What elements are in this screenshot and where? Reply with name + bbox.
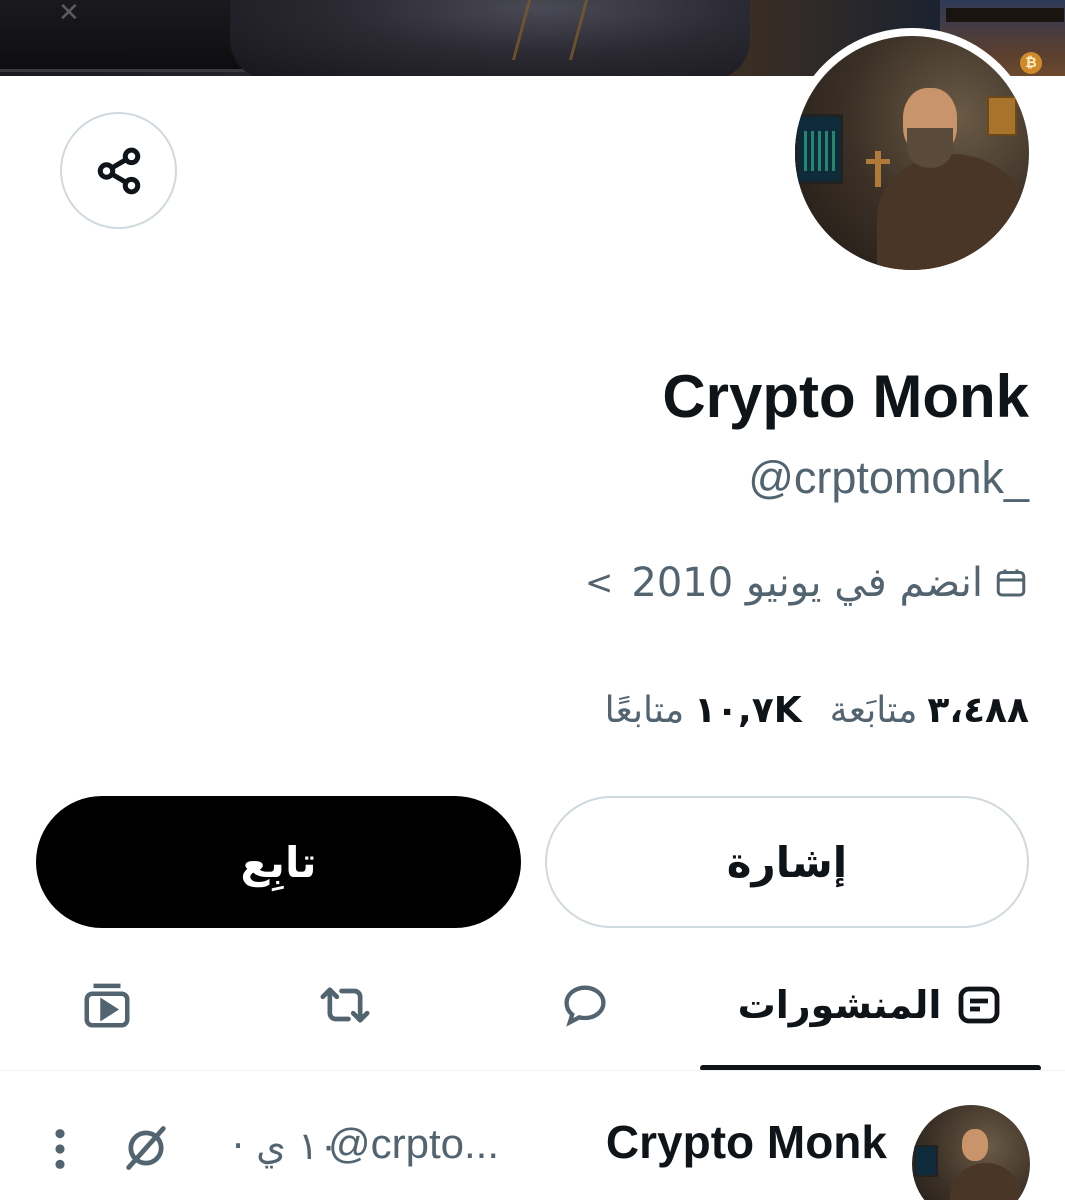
tab-posts[interactable]: المنشورات	[700, 955, 1041, 1055]
mention-button[interactable]: إشارة	[545, 796, 1029, 928]
avatar-robe	[877, 154, 1027, 270]
tabs-divider	[0, 1070, 1065, 1071]
reply-icon	[564, 985, 606, 1027]
banner-temple-roof	[946, 8, 1064, 22]
grok-icon	[126, 1126, 166, 1170]
post-avatar[interactable]	[912, 1105, 1030, 1200]
post-avatar-robe	[950, 1163, 1022, 1200]
followers-stat[interactable]: ١٠,٧K متابعًا	[605, 690, 802, 731]
following-count: ٣،٤٨٨	[927, 690, 1029, 731]
following-stat[interactable]: ٣،٤٨٨ متابَعة	[830, 690, 1029, 731]
tab-media[interactable]	[62, 955, 152, 1055]
post-avatar-monitor	[914, 1145, 938, 1177]
post-more-button[interactable]	[48, 1126, 72, 1172]
follow-stats: ٣،٤٨٨ متابَعة ١٠,٧K متابعًا	[605, 690, 1029, 731]
tab-reposts[interactable]	[300, 955, 390, 1055]
followers-label: متابعًا	[604, 690, 685, 731]
joined-date[interactable]: < انضم في يونيو 2010	[585, 560, 1029, 606]
calendar-icon	[996, 569, 1026, 597]
avatar-beard	[907, 128, 953, 168]
post-author-handle[interactable]: @crpto...	[328, 1120, 499, 1168]
banner-bitcoin-coin: ₿	[1020, 52, 1042, 74]
profile-name: Crypto Monk	[662, 363, 1029, 430]
post-avatar-head	[962, 1129, 988, 1161]
following-label: متابَعة	[829, 690, 918, 731]
banner-book: ✕	[0, 0, 250, 72]
followers-count: ١٠,٧K	[694, 690, 802, 731]
grok-button[interactable]	[120, 1122, 172, 1174]
banner-x-mark: ✕	[58, 0, 80, 28]
profile-tabs: المنشورات	[0, 955, 1065, 1070]
repost-icon	[320, 987, 370, 1023]
tab-posts-label: المنشورات	[737, 983, 942, 1027]
post-timestamp[interactable]: ١٠ ي ·	[232, 1124, 339, 1168]
tab-replies[interactable]	[540, 955, 630, 1055]
banner-cloth	[230, 0, 750, 76]
share-icon	[97, 147, 140, 194]
share-button[interactable]	[60, 112, 177, 229]
profile-handle: @crptomonk_	[748, 452, 1029, 503]
avatar[interactable]	[795, 36, 1029, 270]
avatar-icon-frame	[987, 96, 1017, 136]
media-icon	[84, 983, 130, 1028]
avatar-monitor	[795, 114, 843, 184]
posts-icon	[959, 986, 1000, 1024]
follow-button[interactable]: تابِع	[36, 796, 521, 928]
post-author-name[interactable]: Crypto Monk	[606, 1115, 887, 1169]
joined-text: انضم في يونيو 2010	[631, 560, 983, 606]
more-icon	[55, 1129, 65, 1169]
chevron-left-icon: <	[584, 563, 614, 603]
avatar-cross	[866, 151, 890, 187]
